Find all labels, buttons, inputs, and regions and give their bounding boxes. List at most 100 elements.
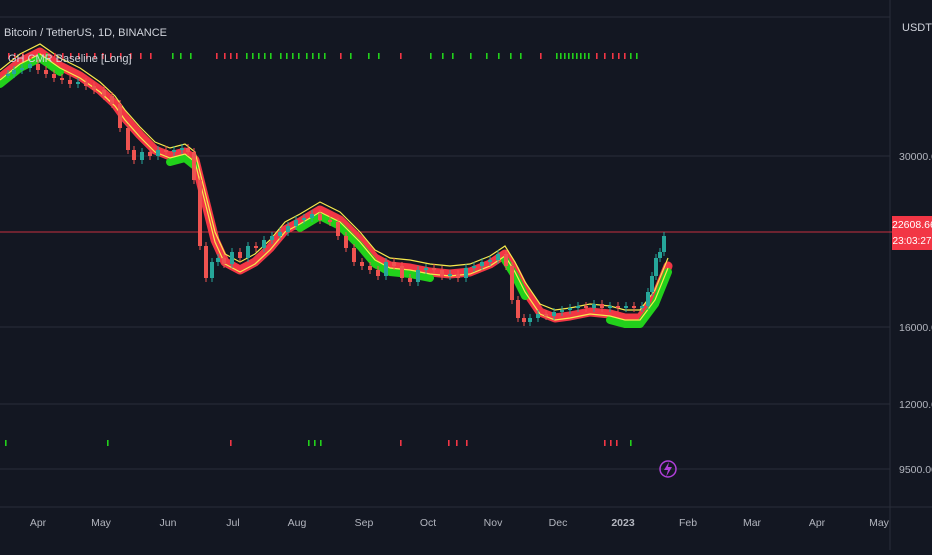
candle-body bbox=[568, 308, 572, 310]
candle-body bbox=[516, 300, 520, 318]
candle-body bbox=[654, 258, 658, 276]
signal-marker-top bbox=[150, 53, 152, 59]
signal-marker-bottom bbox=[320, 440, 322, 446]
candle-body bbox=[222, 258, 226, 264]
signal-marker-top bbox=[292, 53, 294, 59]
signal-marker-top bbox=[584, 53, 586, 59]
signal-marker-top bbox=[452, 53, 454, 59]
candle-body bbox=[510, 266, 514, 300]
signal-marker-top bbox=[324, 53, 326, 59]
candle-body bbox=[544, 314, 548, 316]
signal-marker-top bbox=[588, 53, 590, 59]
candle-body bbox=[92, 86, 96, 90]
signal-marker-top bbox=[230, 53, 232, 59]
signal-marker-top bbox=[286, 53, 288, 59]
signal-marker-top bbox=[280, 53, 282, 59]
candle-body bbox=[368, 266, 372, 270]
candle-body bbox=[210, 262, 214, 278]
time-axis-label: Sep bbox=[355, 517, 374, 529]
time-axis-label: Mar bbox=[743, 517, 762, 529]
signal-marker-top bbox=[510, 53, 512, 59]
signal-marker-top bbox=[580, 53, 582, 59]
candle-body bbox=[336, 222, 340, 236]
signal-marker-top bbox=[140, 53, 142, 59]
signal-marker-top bbox=[270, 53, 272, 59]
time-axis-label: May bbox=[91, 517, 112, 529]
candle-body bbox=[464, 268, 468, 278]
signal-marker-bottom bbox=[616, 440, 618, 446]
currency-unit: USDT bbox=[902, 22, 932, 34]
signal-marker-top bbox=[624, 53, 626, 59]
candle-body bbox=[110, 96, 114, 104]
time-axis-label: Jun bbox=[160, 517, 177, 529]
signal-marker-top bbox=[618, 53, 620, 59]
candle-body bbox=[576, 306, 580, 308]
candle-body bbox=[180, 148, 184, 150]
time-axis-label: Oct bbox=[420, 517, 436, 529]
candle-body bbox=[472, 266, 476, 268]
candle-body bbox=[118, 104, 122, 128]
signal-marker-top bbox=[400, 53, 402, 59]
symbol-title[interactable]: Bitcoin / TetherUS, 1D, BINANCE bbox=[4, 26, 167, 40]
candle-body bbox=[44, 70, 48, 74]
candle-body bbox=[424, 268, 428, 270]
signal-marker-bottom bbox=[5, 440, 7, 446]
candle-body bbox=[204, 246, 208, 278]
candle-body bbox=[246, 246, 250, 258]
time-axis-label: Dec bbox=[549, 517, 568, 529]
indicator-title[interactable]: GH CMR Baseline [Long] bbox=[8, 52, 132, 66]
signal-marker-bottom bbox=[314, 440, 316, 446]
candle-body bbox=[6, 74, 10, 76]
signal-marker-top bbox=[298, 53, 300, 59]
price-axis-label: 12000.00 bbox=[899, 399, 932, 411]
candle-body bbox=[488, 260, 492, 262]
candle-body bbox=[198, 180, 202, 246]
candle-body bbox=[432, 268, 436, 270]
signal-marker-top bbox=[442, 53, 444, 59]
channel-upper bbox=[0, 43, 669, 311]
time-axis-label: Aug bbox=[288, 517, 307, 529]
candle-body bbox=[552, 312, 556, 316]
signal-marker-bottom bbox=[466, 440, 468, 446]
candle-body bbox=[52, 74, 56, 78]
candle-body bbox=[528, 318, 532, 322]
signal-marker-top bbox=[470, 53, 472, 59]
candle-body bbox=[640, 306, 644, 308]
signal-marker-top bbox=[216, 53, 218, 59]
candle-body bbox=[360, 262, 364, 266]
signal-marker-top bbox=[556, 53, 558, 59]
signal-marker-bottom bbox=[456, 440, 458, 446]
candle-body bbox=[658, 252, 662, 258]
candle-body bbox=[278, 232, 282, 236]
signal-marker-top bbox=[190, 53, 192, 59]
signal-marker-top bbox=[350, 53, 352, 59]
signal-marker-top bbox=[430, 53, 432, 59]
signal-marker-bottom bbox=[604, 440, 606, 446]
candle-body bbox=[302, 218, 306, 220]
chart-area[interactable]: 30000.00 16000.00 12000.00 9500.00 Apr May Jun… bbox=[0, 0, 932, 550]
candle-body bbox=[522, 318, 526, 322]
candle-body bbox=[352, 248, 356, 262]
signal-marker-top bbox=[572, 53, 574, 59]
signal-marker-bottom bbox=[630, 440, 632, 446]
candle-body bbox=[132, 150, 136, 160]
candle-body bbox=[172, 150, 176, 152]
candle-body bbox=[294, 220, 298, 226]
signal-marker-top bbox=[564, 53, 566, 59]
time-axis-label: Feb bbox=[679, 517, 697, 529]
candle-body bbox=[408, 278, 412, 282]
candle-body bbox=[608, 306, 612, 308]
candle-body bbox=[262, 240, 266, 248]
candle-body bbox=[400, 266, 404, 278]
candle-body bbox=[60, 78, 64, 80]
candle-body bbox=[456, 274, 460, 278]
price-axis-label: 30000.00 bbox=[899, 151, 932, 163]
candle-body bbox=[440, 270, 444, 276]
signal-marker-top bbox=[252, 53, 254, 59]
candle-body bbox=[632, 306, 636, 308]
price-chart[interactable]: 30000.00 16000.00 12000.00 9500.00 Apr May Jun… bbox=[0, 0, 932, 550]
signal-marker-top bbox=[340, 53, 342, 59]
signal-marker-top bbox=[568, 53, 570, 59]
signal-marker-top bbox=[264, 53, 266, 59]
signal-marker-top bbox=[596, 53, 598, 59]
